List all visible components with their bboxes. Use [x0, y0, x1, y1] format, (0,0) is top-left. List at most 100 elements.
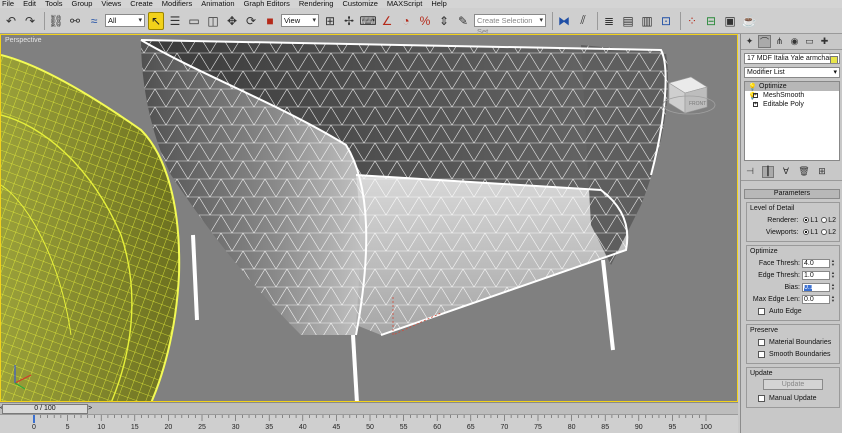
align-icon[interactable]: ⫽: [575, 12, 591, 30]
time-slider[interactable]: < 0 / 100 >: [0, 402, 738, 414]
pivot-center-icon[interactable]: ⊞: [322, 12, 338, 30]
show-end-result-icon[interactable]: ┃: [762, 165, 774, 178]
select-and-manipulate-icon[interactable]: ✢: [341, 12, 357, 30]
create-tab-icon[interactable]: ✦: [743, 35, 756, 48]
max-edge-len-spinner[interactable]: 0.0: [802, 294, 830, 304]
select-and-scale-icon[interactable]: ■: [262, 12, 278, 30]
menu-item-create[interactable]: Create: [130, 0, 153, 8]
object-color-swatch[interactable]: [830, 56, 838, 63]
utilities-tab-icon[interactable]: ✚: [818, 35, 831, 48]
menu-item-graph-editors[interactable]: Graph Editors: [244, 0, 290, 8]
spinner-arrows-icon[interactable]: ▲ ▼: [831, 283, 836, 291]
auto-edge-checkbox[interactable]: [758, 307, 765, 315]
edge-thresh-spinner[interactable]: 1.0: [802, 270, 830, 280]
track-tick-label: 45: [333, 424, 341, 431]
menu-item-modifiers[interactable]: Modifiers: [162, 0, 192, 8]
angle-snap-icon[interactable]: ◔: [398, 12, 414, 30]
selection-filter-dropdown[interactable]: All: [105, 14, 145, 27]
track-tick-label: 55: [400, 424, 408, 431]
command-panel-tabs: ✦ ⌒ ⋔ ◉ ▭ ✚: [741, 34, 842, 50]
select-and-link-icon[interactable]: ⛓: [48, 12, 64, 30]
pin-stack-icon[interactable]: ⊣: [744, 166, 756, 178]
update-button[interactable]: Update: [763, 379, 823, 390]
select-object-icon[interactable]: ↖: [148, 11, 164, 30]
render-setup-icon[interactable]: ⊟: [703, 12, 719, 30]
spinner-arrows-icon[interactable]: ▲ ▼: [831, 271, 836, 279]
spinner-snap-icon[interactable]: ⇕: [436, 12, 452, 30]
spinner-arrows-icon[interactable]: ▲ ▼: [831, 259, 836, 267]
toolbar-divider: [597, 11, 598, 30]
stack-item-optimize[interactable]: 💡 Optimize: [745, 82, 839, 91]
unlink-icon[interactable]: ⚯: [67, 12, 83, 30]
menu-item-edit[interactable]: Edit: [23, 0, 36, 8]
select-and-rotate-icon[interactable]: ⟳: [243, 12, 259, 30]
parameters-rollout[interactable]: Parameters: [744, 189, 840, 199]
menu-item-group[interactable]: Group: [72, 0, 93, 8]
viewcube-icon[interactable]: FRONT: [662, 76, 716, 115]
motion-tab-icon[interactable]: ◉: [788, 35, 801, 48]
face-thresh-spinner[interactable]: 4.0: [802, 258, 830, 268]
menu-item-customize[interactable]: Customize: [342, 0, 377, 8]
menu-item-views[interactable]: Views: [101, 0, 121, 8]
select-and-move-icon[interactable]: ✥: [224, 12, 240, 30]
time-slider-thumb[interactable]: 0 / 100: [2, 404, 88, 414]
make-unique-icon[interactable]: ∀: [780, 166, 792, 178]
select-by-name-icon[interactable]: ☰: [167, 12, 183, 30]
material-boundaries-checkbox[interactable]: [758, 338, 765, 346]
named-selection-sets-dropdown[interactable]: Create Selection Set: [474, 14, 546, 33]
hierarchy-tab-icon[interactable]: ⋔: [773, 35, 786, 48]
undo-icon[interactable]: ↶: [3, 12, 19, 30]
reference-coordinate-dropdown[interactable]: View: [281, 14, 319, 27]
current-frame-marker[interactable]: [33, 415, 35, 423]
menu-item-tools[interactable]: Tools: [45, 0, 63, 8]
display-tab-icon[interactable]: ▭: [803, 35, 816, 48]
renderer-l2-radio[interactable]: [821, 217, 828, 223]
expand-icon[interactable]: +: [753, 93, 758, 98]
graphite-modeling-tools-icon[interactable]: ▤: [620, 12, 636, 30]
manual-update-checkbox[interactable]: [758, 394, 765, 402]
modify-tab-icon[interactable]: ⌒: [758, 35, 771, 48]
object-name-field[interactable]: 17 MDF Italia Yale armchair: [744, 53, 840, 64]
edit-named-selection-icon[interactable]: ✎: [455, 12, 471, 30]
viewport-label[interactable]: Perspective: [5, 37, 42, 44]
track-tick-label: 20: [165, 424, 173, 431]
material-editor-icon[interactable]: ⁘: [684, 12, 700, 30]
rectangular-selection-icon[interactable]: ▭: [186, 12, 202, 30]
viewports-l1-radio[interactable]: [803, 229, 810, 235]
menu-item-animation[interactable]: Animation: [201, 0, 234, 8]
menu-item-help[interactable]: Help: [431, 0, 446, 8]
bind-to-space-warp-icon[interactable]: ≈: [86, 12, 102, 30]
renderer-l1-radio[interactable]: [803, 217, 810, 223]
expand-icon[interactable]: +: [753, 102, 758, 107]
spinner-arrows-icon[interactable]: ▲ ▼: [831, 295, 836, 303]
layer-manager-icon[interactable]: ≣: [601, 12, 617, 30]
window-crossing-icon[interactable]: ◫: [205, 12, 221, 30]
keyboard-shortcut-override-icon[interactable]: ⌨: [359, 12, 376, 30]
perspective-viewport[interactable]: FRONT Perspective: [0, 34, 738, 402]
rendered-frame-window-icon[interactable]: ▣: [722, 12, 738, 30]
remove-modifier-icon[interactable]: 🗑: [798, 166, 810, 178]
armchair-wireframe[interactable]: [140, 39, 669, 402]
menu-item-file[interactable]: File: [2, 0, 14, 8]
stack-item-meshsmooth[interactable]: 💡 + MeshSmooth: [745, 91, 839, 100]
bias-spinner[interactable]: 0.1: [802, 282, 830, 292]
track-tick-label: 35: [265, 424, 273, 431]
viewports-l2-radio[interactable]: [821, 229, 828, 235]
track-bar[interactable]: 0 5 10 15 20 25 30 35 40 45 50 55 60 65 70 75 80 85 90 95 10…: [0, 414, 738, 433]
mirror-icon[interactable]: ⧓: [556, 12, 572, 30]
percent-snap-icon[interactable]: %: [417, 12, 433, 30]
stack-item-editable-poly[interactable]: + Editable Poly: [745, 100, 839, 109]
next-frame-icon[interactable]: >: [88, 404, 96, 414]
configure-modifier-sets-icon[interactable]: ⊞: [816, 166, 828, 178]
menu-item-rendering[interactable]: Rendering: [299, 0, 334, 8]
snap-toggle-icon[interactable]: ∠: [379, 12, 395, 30]
smooth-boundaries-checkbox[interactable]: [758, 350, 765, 358]
schematic-view-icon[interactable]: ⊡: [658, 12, 674, 30]
menu-item-maxscript[interactable]: MAXScript: [387, 0, 422, 8]
curve-editor-icon[interactable]: ▥: [639, 12, 655, 30]
redo-icon[interactable]: ↷: [22, 12, 38, 30]
viewport-scene: FRONT: [1, 39, 716, 402]
track-tick-label: 25: [198, 424, 206, 431]
modifier-list-dropdown[interactable]: Modifier List: [744, 67, 840, 78]
render-production-icon[interactable]: ☕: [741, 12, 757, 30]
